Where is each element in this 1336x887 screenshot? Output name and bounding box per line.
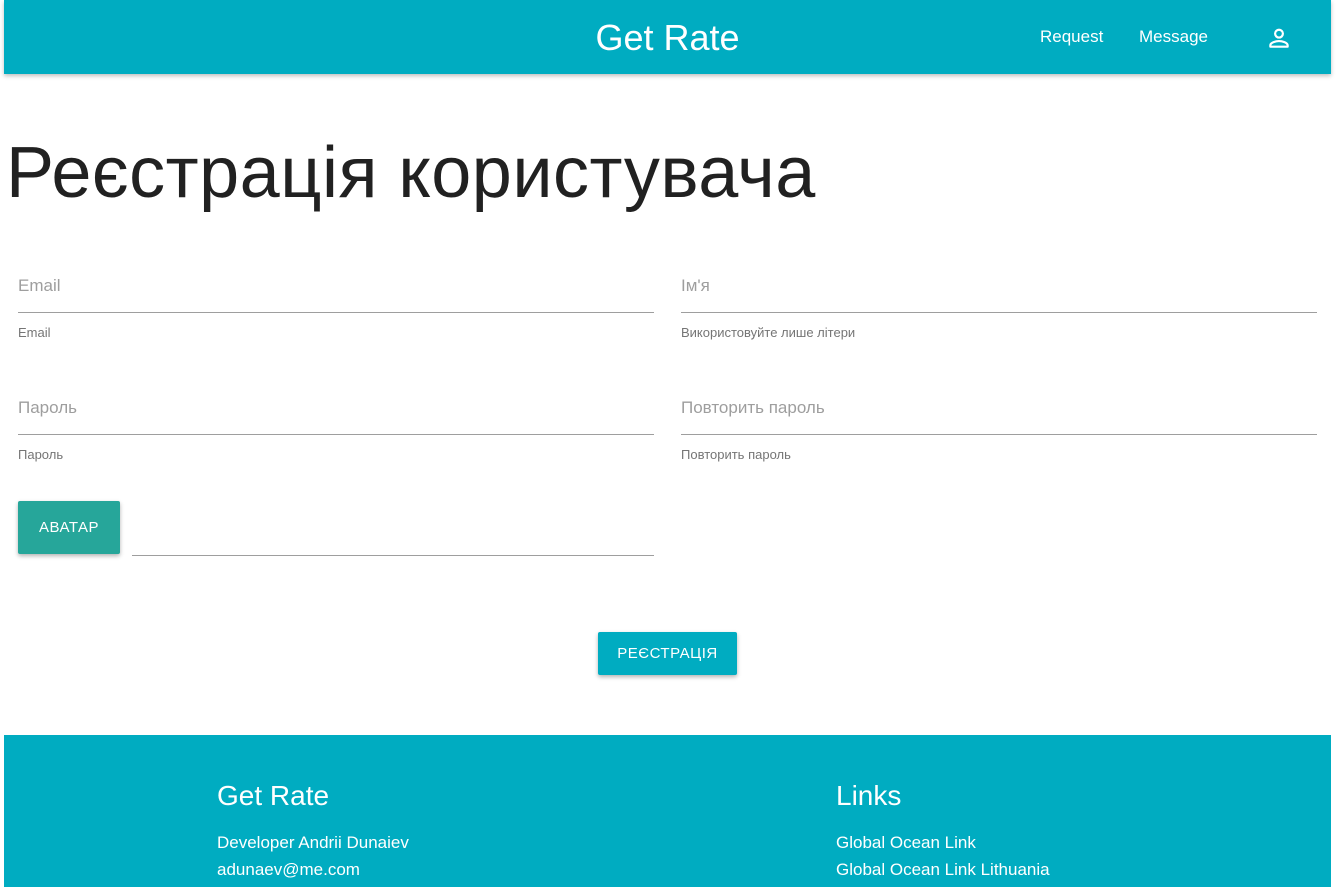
footer-email: adunaev@me.com bbox=[217, 860, 360, 879]
email-field[interactable]: Email Email bbox=[18, 275, 654, 345]
footer-link-global-ocean-link-lithuania[interactable]: Global Ocean Link Lithuania bbox=[836, 859, 1050, 881]
footer-developer: Developer Andrii Dunaiev bbox=[217, 833, 409, 852]
footer-brand: Get Rate bbox=[217, 780, 330, 811]
repeat-password-helper-text: Повторить пароль bbox=[681, 447, 791, 462]
navbar-brand[interactable]: Get Rate bbox=[4, 17, 1331, 59]
page-title: Реєстрація користувача bbox=[6, 133, 816, 213]
name-field[interactable]: Ім'я Використовуйте лише літери bbox=[681, 275, 1317, 345]
repeat-password-field[interactable]: Повторить пароль Повторить пароль bbox=[681, 397, 1317, 467]
avatar-path-underline bbox=[132, 555, 654, 556]
account-outline-icon[interactable] bbox=[1266, 25, 1292, 51]
email-placeholder[interactable]: Email bbox=[18, 275, 61, 297]
footer-link-global-ocean-link[interactable]: Global Ocean Link bbox=[836, 832, 976, 854]
avatar-upload-button[interactable]: АВАТАР bbox=[18, 501, 120, 554]
name-placeholder[interactable]: Ім'я bbox=[681, 275, 710, 297]
name-helper-text: Використовуйте лише літери bbox=[681, 325, 856, 340]
nav-link-message[interactable]: Message bbox=[1139, 26, 1208, 48]
top-navbar: Get Rate Request Message bbox=[4, 0, 1331, 74]
avatar-file-path-input[interactable] bbox=[132, 520, 654, 556]
email-helper-text: Email bbox=[18, 325, 51, 340]
name-underline bbox=[681, 312, 1317, 313]
footer: Get Rate Developer Andrii Dunaiev adunae… bbox=[4, 735, 1331, 887]
password-field[interactable]: Пароль Пароль bbox=[18, 397, 654, 467]
repeat-password-underline bbox=[681, 434, 1317, 435]
nav-link-request[interactable]: Request bbox=[1040, 26, 1103, 48]
footer-links-title: Links bbox=[836, 780, 902, 811]
password-underline bbox=[18, 434, 654, 435]
password-placeholder[interactable]: Пароль bbox=[18, 397, 77, 419]
email-underline bbox=[18, 312, 654, 313]
password-helper-text: Пароль bbox=[18, 447, 64, 462]
repeat-password-placeholder[interactable]: Повторить пароль bbox=[681, 397, 825, 419]
register-button[interactable]: РЕЄСТРАЦІЯ bbox=[598, 632, 737, 675]
